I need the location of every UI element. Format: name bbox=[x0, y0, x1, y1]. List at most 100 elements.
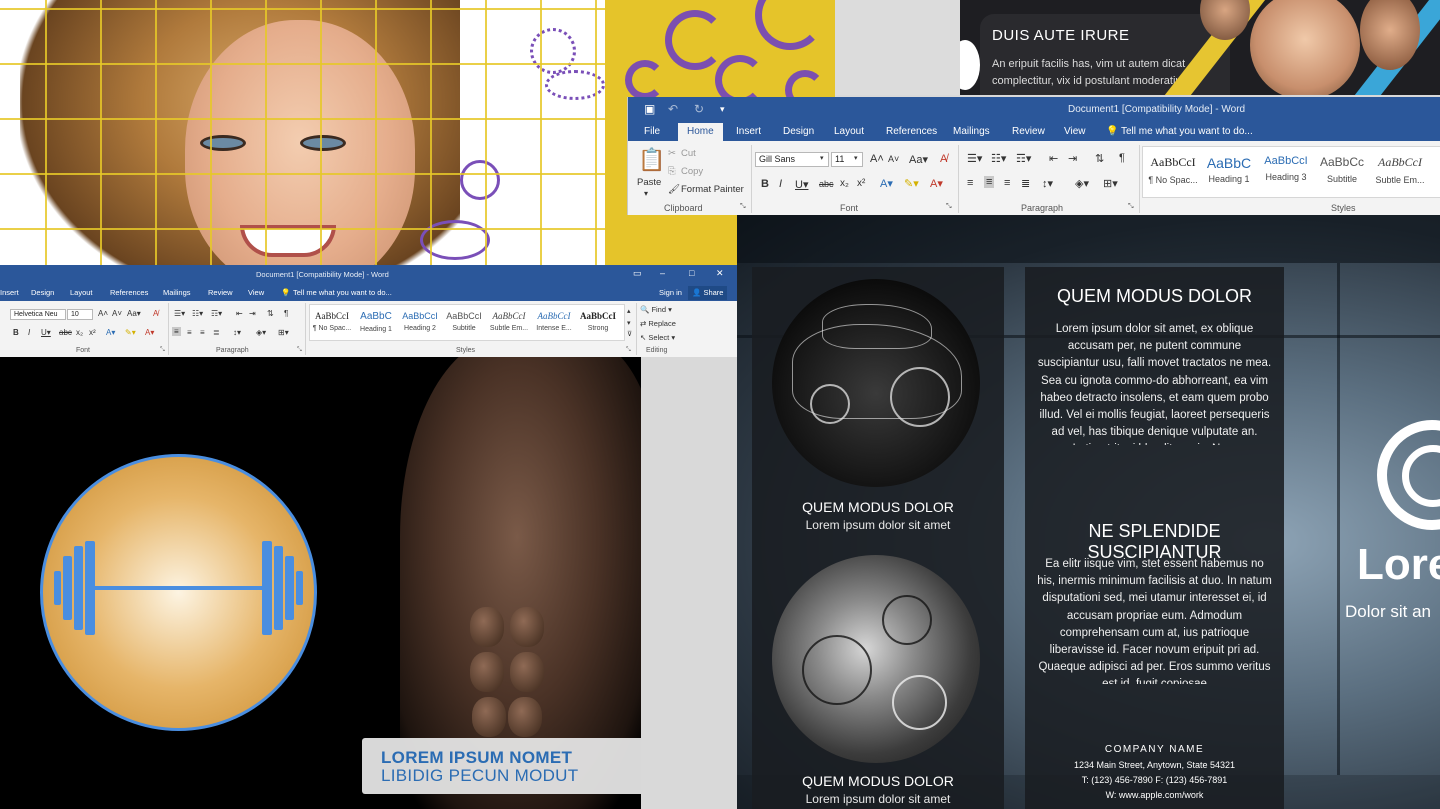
maximize-icon[interactable]: □ bbox=[689, 268, 694, 278]
tab-mailings[interactable]: Mailings bbox=[953, 123, 990, 141]
multilevel-list-icon[interactable]: ☶▾ bbox=[211, 309, 222, 318]
save-icon[interactable]: ▣ bbox=[644, 102, 655, 116]
highlight-color-icon[interactable]: ✎▾ bbox=[904, 177, 919, 190]
cut-icon[interactable]: ✂ bbox=[668, 148, 676, 159]
font-size-combo[interactable]: 10 bbox=[67, 309, 93, 320]
paragraph-launcher-icon[interactable]: ⤡ bbox=[297, 347, 302, 354]
tab-home[interactable]: Home bbox=[678, 123, 723, 141]
tab-design[interactable]: Design bbox=[31, 287, 54, 299]
font-launcher-icon[interactable]: ⤡ bbox=[160, 347, 165, 354]
sign-in-link[interactable]: Sign in bbox=[659, 287, 682, 299]
format-painter-button[interactable]: Format Painter bbox=[681, 184, 744, 195]
paste-button[interactable]: Paste bbox=[637, 177, 661, 188]
align-left-icon[interactable]: ≡ bbox=[172, 327, 181, 336]
clear-formatting-icon[interactable]: A̸ bbox=[153, 309, 158, 318]
align-left-icon[interactable]: ≡ bbox=[967, 177, 973, 189]
sort-icon[interactable]: ⇅ bbox=[1095, 152, 1104, 165]
text-effects-icon[interactable]: A▾ bbox=[880, 177, 893, 190]
style-heading-1[interactable]: AaBbC Heading 1 bbox=[1201, 155, 1257, 184]
bullets-icon[interactable]: ☰▾ bbox=[967, 152, 982, 165]
font-name-combo[interactable]: Helvetica Neu bbox=[10, 309, 66, 320]
tab-insert[interactable]: Insert bbox=[736, 123, 761, 141]
decrease-indent-icon[interactable]: ⇤ bbox=[236, 309, 243, 318]
tell-me-search[interactable]: Tell me what you want to do... bbox=[1121, 123, 1253, 141]
text-effects-icon[interactable]: A▾ bbox=[106, 328, 115, 337]
change-case-icon[interactable]: Aa▾ bbox=[127, 309, 141, 318]
tab-file[interactable]: File bbox=[644, 123, 660, 141]
styles-scroll-down-icon[interactable]: ▾ bbox=[627, 319, 631, 327]
align-right-icon[interactable]: ≡ bbox=[200, 328, 205, 337]
font-size-dropdown-icon[interactable]: ▾ bbox=[854, 154, 858, 162]
style-subtle-emphasis[interactable]: AaBbCcI Subtle Em... bbox=[486, 311, 532, 332]
underline-icon[interactable]: U▾ bbox=[41, 328, 51, 337]
justify-icon[interactable]: ≣ bbox=[1021, 177, 1030, 190]
underline-icon[interactable]: U▾ bbox=[795, 178, 808, 191]
find-button[interactable]: 🔍 Find ▾ bbox=[640, 305, 672, 314]
show-formatting-icon[interactable]: ¶ bbox=[284, 309, 288, 318]
select-button[interactable]: ↖ Select ▾ bbox=[640, 333, 675, 342]
styles-scroll-up-icon[interactable]: ▴ bbox=[627, 307, 631, 315]
change-case-icon[interactable]: Aa▾ bbox=[909, 153, 928, 166]
font-launcher-icon[interactable]: ⤡ bbox=[946, 203, 952, 211]
strikethrough-icon[interactable]: abc bbox=[819, 179, 834, 189]
style-subtle-emphasis[interactable]: AaBbCcI Subtle Em... bbox=[1370, 155, 1430, 185]
increase-indent-icon[interactable]: ⇥ bbox=[1068, 152, 1077, 165]
tab-layout[interactable]: Layout bbox=[834, 123, 864, 141]
style-heading-2[interactable]: AaBbCcI Heading 2 bbox=[398, 311, 442, 332]
copy-button[interactable]: Copy bbox=[681, 166, 703, 177]
decrease-indent-icon[interactable]: ⇤ bbox=[1049, 152, 1058, 165]
tab-review[interactable]: Review bbox=[1012, 123, 1045, 141]
font-color-icon[interactable]: A▾ bbox=[145, 328, 154, 337]
font-size-combo[interactable]: 11 bbox=[831, 152, 863, 167]
superscript-icon[interactable]: x² bbox=[857, 178, 865, 189]
italic-icon[interactable]: I bbox=[779, 178, 782, 190]
justify-icon[interactable]: ≣ bbox=[213, 328, 220, 337]
style-no-spacing[interactable]: AaBbCcI ¶ No Spac... bbox=[1145, 155, 1201, 185]
sort-icon[interactable]: ⇅ bbox=[267, 309, 274, 318]
format-painter-icon[interactable]: 🖌 bbox=[668, 184, 680, 195]
line-spacing-icon[interactable]: ↕▾ bbox=[233, 328, 241, 337]
clear-formatting-icon[interactable]: A̸ bbox=[940, 153, 947, 165]
undo-icon[interactable]: ↶ bbox=[668, 102, 678, 116]
italic-icon[interactable]: I bbox=[28, 328, 30, 337]
cut-button[interactable]: Cut bbox=[681, 148, 696, 159]
bullets-icon[interactable]: ☰▾ bbox=[174, 309, 185, 318]
borders-icon[interactable]: ⊞▾ bbox=[1103, 177, 1118, 190]
shading-icon[interactable]: ◈▾ bbox=[1075, 177, 1089, 190]
paste-icon[interactable]: 📋 bbox=[638, 147, 665, 173]
subscript-icon[interactable]: x₂ bbox=[840, 178, 849, 189]
font-name-combo[interactable]: Gill Sans bbox=[755, 152, 829, 167]
style-subtitle[interactable]: AaBbCc Subtitle bbox=[1314, 155, 1370, 184]
line-spacing-icon[interactable]: ↕▾ bbox=[1042, 177, 1053, 190]
align-right-icon[interactable]: ≡ bbox=[1004, 177, 1010, 189]
styles-launcher-icon[interactable]: ⤡ bbox=[626, 347, 631, 354]
tab-mailings[interactable]: Mailings bbox=[163, 287, 191, 299]
shading-icon[interactable]: ◈▾ bbox=[256, 328, 266, 337]
bold-icon[interactable]: B bbox=[761, 178, 769, 190]
borders-icon[interactable]: ⊞▾ bbox=[278, 328, 289, 337]
highlight-color-icon[interactable]: ✎▾ bbox=[125, 328, 136, 337]
strikethrough-icon[interactable]: abc bbox=[59, 328, 72, 337]
numbering-icon[interactable]: ☷▾ bbox=[192, 309, 203, 318]
paragraph-launcher-icon[interactable]: ⤡ bbox=[1128, 203, 1134, 211]
font-name-dropdown-icon[interactable]: ▾ bbox=[820, 154, 824, 162]
style-heading-1[interactable]: AaBbC Heading 1 bbox=[354, 311, 398, 333]
subscript-icon[interactable]: x₂ bbox=[76, 328, 83, 337]
share-button[interactable]: 👤 Share bbox=[688, 286, 728, 300]
increase-indent-icon[interactable]: ⇥ bbox=[249, 309, 256, 318]
multilevel-list-icon[interactable]: ☶▾ bbox=[1016, 152, 1031, 165]
redo-icon[interactable]: ↻ bbox=[694, 102, 704, 116]
customize-toolbar-icon[interactable]: ▾ bbox=[720, 104, 725, 115]
tell-me-search[interactable]: Tell me what you want to do... bbox=[293, 287, 392, 299]
font-color-icon[interactable]: A▾ bbox=[930, 177, 943, 190]
numbering-icon[interactable]: ☷▾ bbox=[991, 152, 1006, 165]
shrink-font-icon[interactable]: A˅ bbox=[888, 154, 899, 164]
show-formatting-icon[interactable]: ¶ bbox=[1119, 152, 1125, 164]
styles-more-icon[interactable]: ⊽ bbox=[627, 330, 632, 338]
shrink-font-icon[interactable]: A˅ bbox=[112, 309, 122, 318]
tab-insert[interactable]: Insert bbox=[0, 287, 19, 299]
clipboard-launcher-icon[interactable]: ⤡ bbox=[740, 203, 746, 211]
tab-references[interactable]: References bbox=[886, 123, 937, 141]
style-no-spacing[interactable]: AaBbCcI ¶ No Spac... bbox=[310, 311, 354, 332]
grow-font-icon[interactable]: A˄ bbox=[98, 309, 108, 318]
